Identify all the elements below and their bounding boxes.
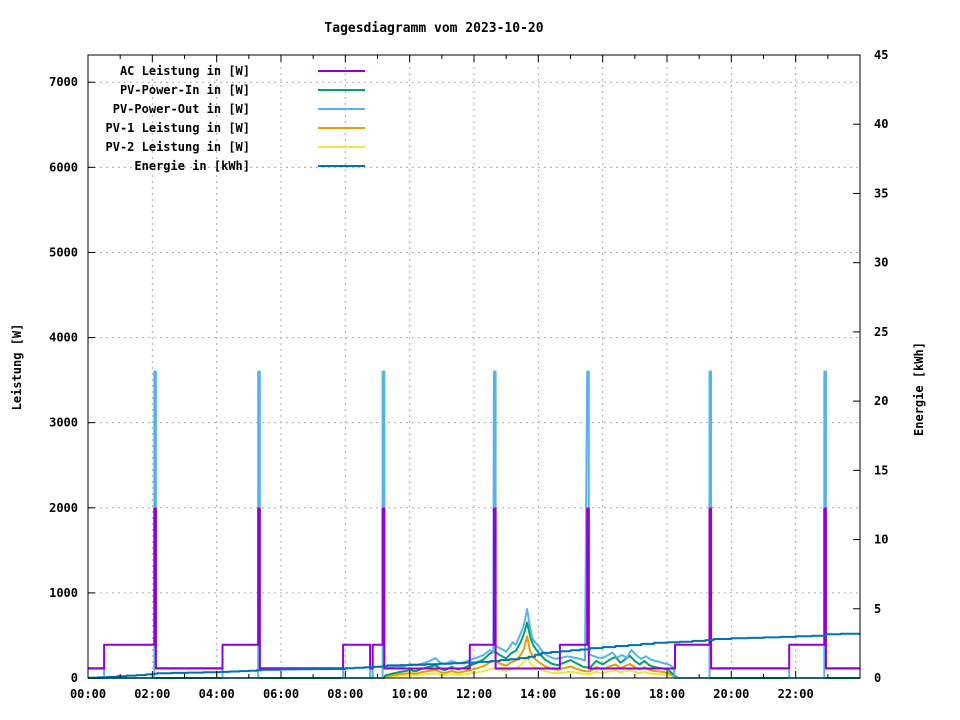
left-tick-label: 5000 bbox=[49, 245, 78, 259]
legend-label: PV-Power-In in [W] bbox=[120, 83, 250, 97]
x-tick-label: 12:00 bbox=[456, 687, 492, 701]
right-tick-label: 35 bbox=[874, 186, 888, 200]
x-tick-label: 04:00 bbox=[199, 687, 235, 701]
left-tick-label: 1000 bbox=[49, 586, 78, 600]
x-tick-label: 20:00 bbox=[713, 687, 749, 701]
left-tick-label: 0 bbox=[71, 671, 78, 685]
x-tick-label: 06:00 bbox=[263, 687, 299, 701]
right-tick-label: 30 bbox=[874, 256, 888, 270]
right-tick-label: 20 bbox=[874, 394, 888, 408]
right-tick-label: 15 bbox=[874, 463, 888, 477]
chart-canvas: Tagesdiagramm vom 2023-10-20 Leistung [W… bbox=[0, 0, 960, 720]
x-tick-label: 00:00 bbox=[70, 687, 106, 701]
left-tick-label: 7000 bbox=[49, 75, 78, 89]
right-tick-label: 10 bbox=[874, 533, 888, 547]
right-tick-label: 0 bbox=[874, 671, 881, 685]
x-tick-label: 02:00 bbox=[134, 687, 170, 701]
right-tick-label: 5 bbox=[874, 602, 881, 616]
legend-label: PV-2 Leistung in [W] bbox=[106, 140, 251, 154]
x-tick-label: 10:00 bbox=[392, 687, 428, 701]
x-tick-label: 16:00 bbox=[585, 687, 621, 701]
right-tick-label: 25 bbox=[874, 325, 888, 339]
legend-label: PV-Power-Out in [W] bbox=[113, 102, 250, 116]
right-tick-label: 40 bbox=[874, 117, 888, 131]
plot-area: 00:00 02:00 04:00 06:00 08:00 10:00 12:00 14:00… bbox=[49, 48, 888, 701]
x-tick-label: 22:00 bbox=[778, 687, 814, 701]
x-tick-label: 14:00 bbox=[520, 687, 556, 701]
legend-label: PV-1 Leistung in [W] bbox=[106, 121, 251, 135]
legend-label: Energie in [kWh] bbox=[134, 159, 250, 173]
x-tick-label: 08:00 bbox=[327, 687, 363, 701]
left-tick-label: 6000 bbox=[49, 160, 78, 174]
series-line-1 bbox=[88, 507, 860, 670]
left-tick-label: 2000 bbox=[49, 501, 78, 515]
left-tick-label: 4000 bbox=[49, 331, 78, 345]
x-tick-label: 18:00 bbox=[649, 687, 685, 701]
right-tick-label: 45 bbox=[874, 48, 888, 62]
left-tick-label: 3000 bbox=[49, 416, 78, 430]
legend-label: AC Leistung in [W] bbox=[120, 64, 250, 78]
